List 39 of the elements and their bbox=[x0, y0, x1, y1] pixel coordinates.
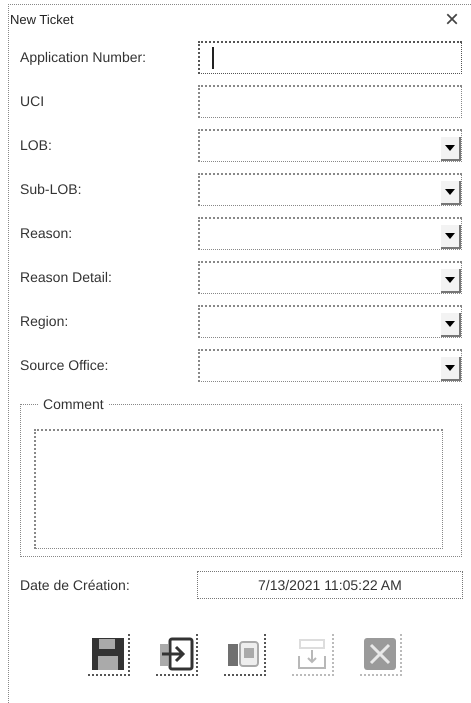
dropdown-arrow-button[interactable] bbox=[441, 181, 461, 205]
date-field: 7/13/2021 11:05:22 AM bbox=[196, 571, 463, 599]
dropdown-field[interactable] bbox=[198, 349, 462, 382]
field-label: Region: bbox=[20, 312, 70, 331]
caret-icon bbox=[445, 321, 455, 327]
window-title: New Ticket bbox=[10, 11, 74, 30]
text-field[interactable] bbox=[198, 41, 462, 74]
caret-icon bbox=[445, 189, 455, 195]
dropdown-arrow-button[interactable] bbox=[441, 269, 461, 293]
field-label: Reason Detail: bbox=[20, 268, 113, 287]
field-label: UCI bbox=[20, 92, 46, 111]
dropdown-arrow-button[interactable] bbox=[441, 357, 461, 381]
text-cursor bbox=[212, 47, 214, 69]
field-label: Reason: bbox=[20, 224, 74, 243]
dropdown-field[interactable] bbox=[198, 217, 462, 250]
comment-field[interactable] bbox=[34, 429, 443, 549]
arrow-into-box-icon bbox=[158, 636, 194, 672]
caret-icon bbox=[445, 277, 455, 283]
close-icon bbox=[362, 636, 398, 672]
field-label: Application Number: bbox=[20, 48, 148, 67]
toolbar-button[interactable] bbox=[156, 634, 198, 676]
toolbar-button[interactable] bbox=[88, 634, 130, 676]
dropdown-field[interactable] bbox=[198, 173, 462, 206]
text-field[interactable] bbox=[198, 85, 462, 118]
caret-icon bbox=[445, 145, 455, 151]
field-label: Sub-LOB: bbox=[20, 180, 82, 199]
caret-icon bbox=[445, 233, 455, 239]
field-label: LOB: bbox=[20, 136, 53, 155]
dropdown-arrow-button[interactable] bbox=[441, 313, 461, 337]
dropdown-field[interactable] bbox=[198, 261, 462, 294]
caret-icon bbox=[445, 365, 455, 371]
dropdown-arrow-button[interactable] bbox=[441, 225, 461, 249]
dropdown-arrow-button[interactable] bbox=[441, 137, 461, 161]
close-button[interactable]: × bbox=[440, 8, 463, 32]
date-label: Date de Création: bbox=[20, 576, 131, 594]
toolbar-button[interactable] bbox=[224, 634, 266, 676]
field-label: Source Office: bbox=[20, 356, 110, 375]
dropdown-field[interactable] bbox=[198, 129, 462, 162]
dropdown-field[interactable] bbox=[198, 305, 462, 338]
